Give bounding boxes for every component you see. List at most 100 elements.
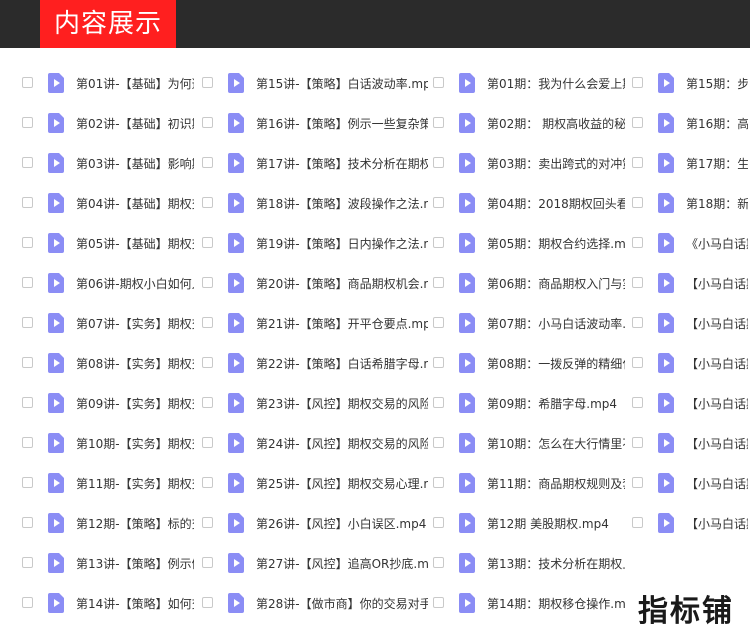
file-item[interactable]: 第17期：生猪 [632,144,750,184]
file-name[interactable]: 第17期：生猪 [686,144,748,184]
file-checkbox[interactable] [202,157,213,168]
file-checkbox[interactable] [433,477,444,488]
file-checkbox[interactable] [632,317,643,328]
file-checkbox[interactable] [202,437,213,448]
file-checkbox[interactable] [433,557,444,568]
file-checkbox[interactable] [22,77,33,88]
file-checkbox[interactable] [22,517,33,528]
file-checkbox[interactable] [433,77,444,88]
file-checkbox[interactable] [22,357,33,368]
file-item[interactable]: 第27讲-【风控】追高OR抄底.mp4 [202,544,430,584]
file-item[interactable]: 第20讲-【策略】商品期权机会.mp4 [202,264,430,304]
file-item[interactable]: 第11期：商品期权规则及套利 [433,464,627,504]
file-item[interactable]: 第06讲-期权小白如何入 [22,264,196,304]
file-item[interactable]: 第12期-【策略】标的交 [22,504,196,544]
file-item[interactable]: 第19讲-【策略】日内操作之法.mp4 [202,224,430,264]
file-item[interactable]: 第02讲-【基础】初识期 [22,104,196,144]
file-item[interactable]: 【小马白话期 [632,344,750,384]
file-item[interactable]: 【小马白话期 [632,384,750,424]
file-item[interactable]: 第09期：希腊字母.mp4 [433,384,627,424]
file-item[interactable]: 第26讲-【风控】小白误区.mp4 [202,504,430,544]
file-item[interactable]: 第18讲-【策略】波段操作之法.mp4 [202,184,430,224]
file-name[interactable]: 第13期：技术分析在期权上的应用.mp4 [487,544,625,584]
file-checkbox[interactable] [433,197,444,208]
file-name[interactable]: 第02讲-【基础】初识期 [76,104,194,144]
file-item[interactable]: 【小马白话期 [632,304,750,344]
file-item[interactable]: 第14讲-【策略】如何交 [22,584,196,624]
file-name[interactable]: 第22讲-【策略】白话希腊字母.mp4 [256,344,428,384]
file-name[interactable]: 第16讲-【策略】例示一些复杂策略 [256,104,428,144]
file-name[interactable]: 【小马白话期 [686,304,748,344]
file-checkbox[interactable] [632,157,643,168]
file-checkbox[interactable] [433,397,444,408]
file-item[interactable]: 第17讲-【策略】技术分析在期权上 [202,144,430,184]
file-name[interactable]: 第08期：一拨反弹的精细化操作 [487,344,625,384]
file-item[interactable]: 第23讲-【风控】期权交易的风险1 [202,384,430,424]
file-name[interactable]: 第14讲-【策略】如何交 [76,584,194,624]
file-item[interactable]: 【小马白话期 [632,424,750,464]
file-checkbox[interactable] [433,317,444,328]
file-name[interactable]: 第11期-【实务】期权交 [76,464,194,504]
file-item[interactable]: 第05讲-【基础】期权交 [22,224,196,264]
file-item[interactable]: 第10期：怎么在大行情里不错过 [433,424,627,464]
file-item[interactable]: 第15期：步步 [632,64,750,104]
file-checkbox[interactable] [632,477,643,488]
file-checkbox[interactable] [433,597,444,608]
file-item[interactable]: 第18期：新年 [632,184,750,224]
file-checkbox[interactable] [202,357,213,368]
file-name[interactable]: 第01讲-【基础】为何选 [76,64,194,104]
file-item[interactable]: 第22讲-【策略】白话希腊字母.mp4 [202,344,430,384]
file-name[interactable]: 第18期：新年 [686,184,748,224]
file-checkbox[interactable] [433,117,444,128]
file-item[interactable]: 第15讲-【策略】白话波动率.mp4 [202,64,430,104]
file-checkbox[interactable] [632,357,643,368]
file-name[interactable]: 第01期：我为什么会爱上期权 [487,64,625,104]
file-item[interactable]: 第07讲-【实务】期权交 [22,304,196,344]
file-item[interactable]: 第11期-【实务】期权交 [22,464,196,504]
file-checkbox[interactable] [22,557,33,568]
file-name[interactable]: 第10期-【实务】期权交 [76,424,194,464]
file-checkbox[interactable] [202,597,213,608]
file-item[interactable]: 第03期：卖出跨式的对冲策略 [433,144,627,184]
file-name[interactable]: 第05期：期权合约选择.mp4 [487,224,625,264]
file-item[interactable]: 第21讲-【策略】开平仓要点.mp4 [202,304,430,344]
file-checkbox[interactable] [632,277,643,288]
file-checkbox[interactable] [632,437,643,448]
file-checkbox[interactable] [22,197,33,208]
file-name[interactable]: 第06讲-期权小白如何入 [76,264,194,304]
file-name[interactable]: 【小马白话期 [686,464,748,504]
file-item[interactable]: 第07期：小马白话波动率.mp4 [433,304,627,344]
file-checkbox[interactable] [22,157,33,168]
file-name[interactable]: 第11期：商品期权规则及套利 [487,464,625,504]
file-name[interactable]: 第07讲-【实务】期权交 [76,304,194,344]
file-name[interactable]: 第03期：卖出跨式的对冲策略 [487,144,625,184]
file-item[interactable]: 第25讲-【风控】期权交易心理.mp4 [202,464,430,504]
file-item[interactable]: 《小马白话期 [632,224,750,264]
file-checkbox[interactable] [22,597,33,608]
file-checkbox[interactable] [433,517,444,528]
file-name[interactable]: 第05讲-【基础】期权交 [76,224,194,264]
file-checkbox[interactable] [632,397,643,408]
file-item[interactable]: 第03讲-【基础】影响期 [22,144,196,184]
file-checkbox[interactable] [202,277,213,288]
file-name[interactable]: 【小马白话期 [686,504,748,544]
file-item[interactable]: 第10期-【实务】期权交 [22,424,196,464]
file-name[interactable]: 第12期 美股期权.mp4 [487,504,625,544]
file-checkbox[interactable] [22,477,33,488]
file-checkbox[interactable] [22,277,33,288]
file-checkbox[interactable] [22,237,33,248]
file-name[interactable]: 第24讲-【风控】期权交易的风险2 [256,424,428,464]
file-name[interactable]: 第19讲-【策略】日内操作之法.mp4 [256,224,428,264]
file-item[interactable]: 【小马白话期 [632,264,750,304]
file-name[interactable]: 第04期：2018期权回头看 [487,184,625,224]
file-checkbox[interactable] [632,197,643,208]
file-checkbox[interactable] [632,77,643,88]
file-name[interactable]: 第08讲-【实务】期权交 [76,344,194,384]
file-item[interactable]: 第05期：期权合约选择.mp4 [433,224,627,264]
file-item[interactable]: 第08讲-【实务】期权交 [22,344,196,384]
file-item[interactable]: 第02期： 期权高收益的秘密 [433,104,627,144]
file-item[interactable]: 第01讲-【基础】为何选 [22,64,196,104]
file-item[interactable]: 第28讲-【做市商】你的交易对手.mp4 [202,584,430,624]
file-item[interactable]: 第14期：期权移仓操作.mp4 [433,584,627,624]
file-checkbox[interactable] [433,357,444,368]
